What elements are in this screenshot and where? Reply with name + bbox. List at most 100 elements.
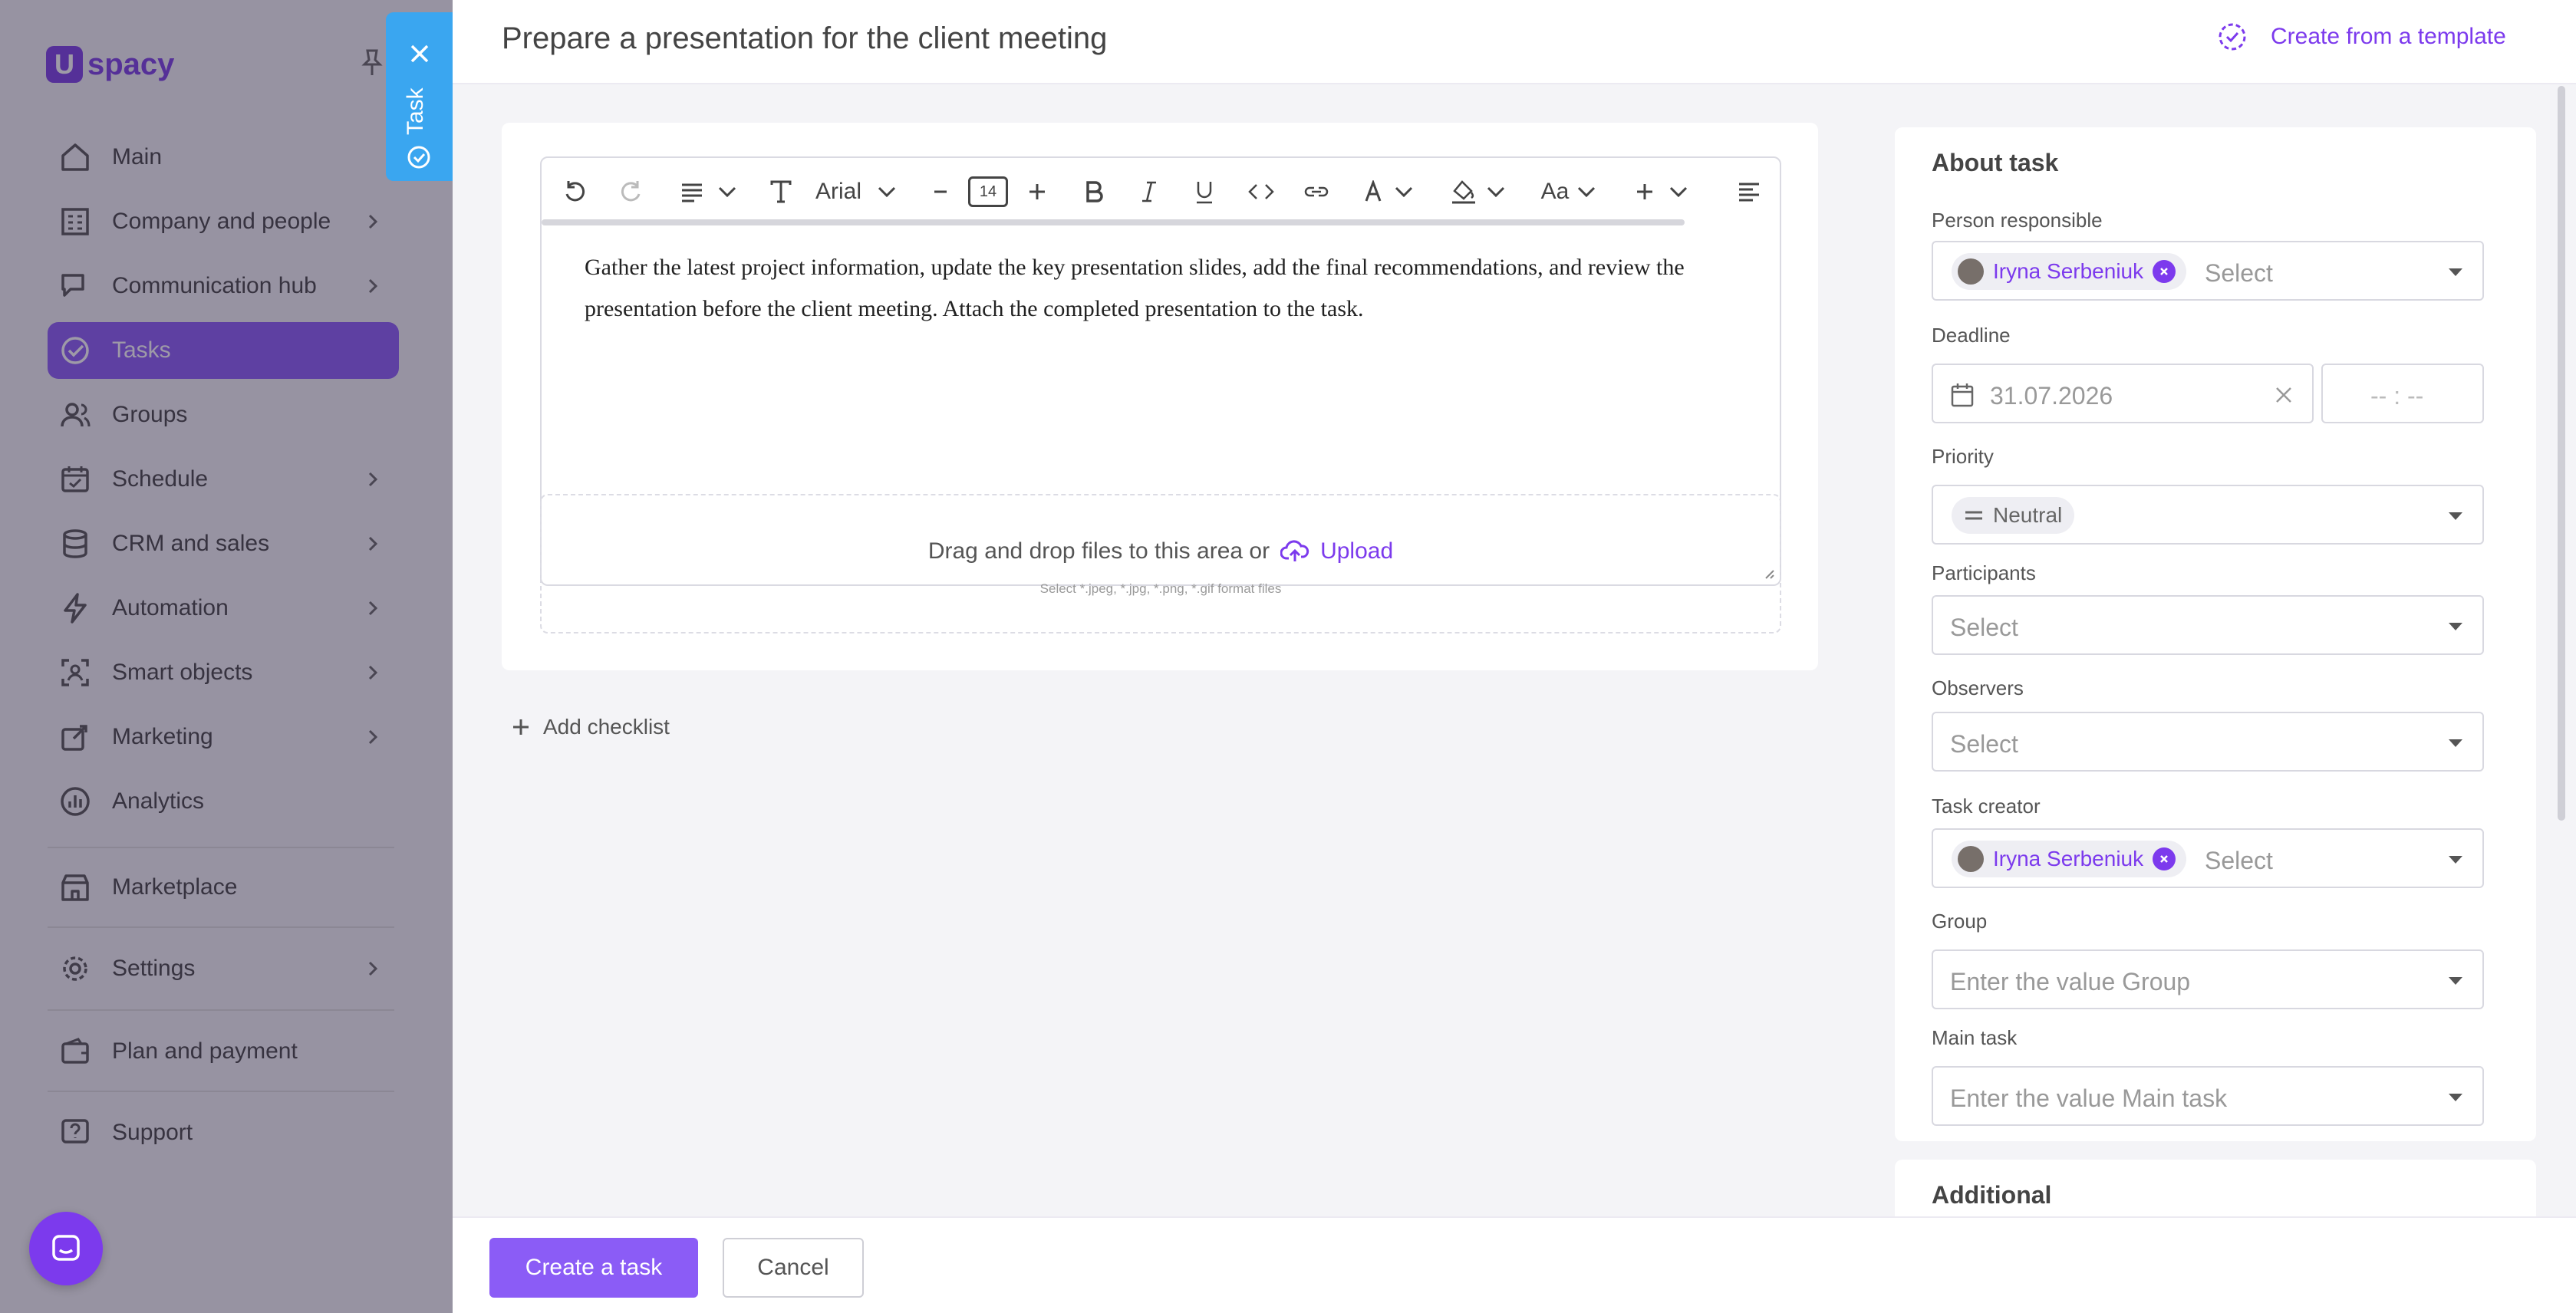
- task-creator-label: Task creator: [1932, 795, 2041, 818]
- add-checklist-label: Add checklist: [543, 715, 670, 739]
- dropdown-arrow-icon: [2447, 854, 2464, 865]
- plus-icon: [511, 717, 531, 737]
- paragraph-align-icon[interactable]: [674, 173, 710, 210]
- select-placeholder: Select: [1950, 614, 2018, 641]
- editor-toolbar: Arial 14 Aa: [542, 158, 1780, 225]
- toolbar-scrollbar[interactable]: [542, 219, 1685, 225]
- template-link-label: Create from a template: [2271, 24, 2506, 49]
- task-title[interactable]: Prepare a presentation for the client me…: [502, 21, 1107, 56]
- group-label: Group: [1932, 910, 1988, 933]
- undo-icon[interactable]: [557, 173, 594, 210]
- task-tab-label: Task: [403, 87, 428, 135]
- priority-label: Priority: [1932, 445, 1994, 468]
- about-task-title: About task: [1932, 149, 2059, 176]
- main-task-placeholder: Enter the value Main task: [1950, 1084, 2228, 1112]
- priority-value: Neutral: [1993, 503, 2063, 527]
- template-icon: [2217, 21, 2248, 52]
- decrease-font-icon[interactable]: [925, 173, 956, 210]
- deadline-date-input[interactable]: 31.07.2026: [1932, 364, 2314, 423]
- calendar-icon: [1950, 382, 1975, 408]
- observers-select[interactable]: Select: [1932, 712, 2484, 772]
- dropdown-arrow-icon: [2447, 267, 2464, 278]
- equals-icon: [1964, 508, 1984, 522]
- font-size-input[interactable]: 14: [968, 176, 1008, 207]
- dropdown-arrow-icon: [2447, 621, 2464, 632]
- panel-footer: Create a task Cancel: [453, 1216, 2576, 1313]
- user-chip: Iryna Serbeniuk: [1952, 253, 2187, 290]
- main-task-label: Main task: [1932, 1026, 2018, 1049]
- chevron-down-icon[interactable]: [1571, 173, 1602, 210]
- chat-launcher-button[interactable]: [29, 1212, 103, 1285]
- font-family-select[interactable]: Arial: [812, 173, 865, 210]
- deadline-time-input[interactable]: -- : --: [2321, 364, 2484, 423]
- remove-chip-icon[interactable]: [2153, 847, 2176, 870]
- deadline-label: Deadline: [1932, 324, 2011, 347]
- remove-chip-icon[interactable]: [2153, 260, 2176, 283]
- person-responsible-label: Person responsible: [1932, 209, 2103, 232]
- highlight-color-icon[interactable]: [1445, 173, 1482, 210]
- participants-select[interactable]: Select: [1932, 595, 2484, 655]
- text-case-select[interactable]: Aa: [1537, 173, 1573, 210]
- chat-icon: [49, 1232, 83, 1265]
- dropzone-hint: Select *.jpeg, *.jpg, *.png, *.gif forma…: [1039, 581, 1282, 596]
- text-type-icon[interactable]: [766, 173, 796, 210]
- underline-icon[interactable]: [1189, 173, 1220, 210]
- group-placeholder: Enter the value Group: [1950, 968, 2191, 995]
- priority-chip: Neutral: [1952, 497, 2075, 534]
- panel-header: Prepare a presentation for the client me…: [453, 0, 2576, 84]
- chevron-down-icon[interactable]: [1388, 173, 1419, 210]
- create-task-button[interactable]: Create a task: [489, 1238, 698, 1298]
- deadline-date-value: 31.07.2026: [1990, 382, 2113, 410]
- description-card: Arial 14 Aa Gather the latest project in…: [502, 123, 1818, 670]
- user-chip-name: Iryna Serbeniuk: [1993, 847, 2144, 870]
- task-icon: [406, 144, 432, 170]
- user-chip: Iryna Serbeniuk: [1952, 841, 2187, 877]
- chevron-down-icon[interactable]: [871, 173, 902, 210]
- task-creator-select[interactable]: Iryna Serbeniuk Select: [1932, 828, 2484, 888]
- chevron-down-icon[interactable]: [712, 173, 743, 210]
- file-dropzone[interactable]: Drag and drop files to this area or Uplo…: [540, 494, 1781, 633]
- link-icon[interactable]: [1298, 173, 1335, 210]
- dropdown-arrow-icon: [2447, 976, 2464, 986]
- dropzone-text: Drag and drop files to this area or: [927, 538, 1270, 564]
- avatar: [1958, 258, 1984, 285]
- dropdown-arrow-icon: [2447, 738, 2464, 749]
- align-left-icon[interactable]: [1734, 173, 1764, 210]
- group-select[interactable]: Enter the value Group: [1932, 949, 2484, 1009]
- increase-font-icon[interactable]: [1022, 173, 1052, 210]
- dropdown-arrow-icon: [2447, 511, 2464, 522]
- participants-label: Participants: [1932, 561, 2036, 584]
- insert-plus-icon[interactable]: [1629, 173, 1660, 210]
- close-icon[interactable]: [406, 40, 433, 67]
- task-panel: Prepare a presentation for the client me…: [453, 0, 2576, 1313]
- clear-date-icon[interactable]: [2274, 385, 2294, 405]
- cancel-button[interactable]: Cancel: [723, 1238, 864, 1298]
- dropdown-arrow-icon: [2447, 1092, 2464, 1103]
- code-icon[interactable]: [1243, 173, 1280, 210]
- about-task-card: About task Person responsible Iryna Serb…: [1895, 127, 2536, 1141]
- observers-label: Observers: [1932, 676, 2024, 699]
- additional-title[interactable]: Additional: [1932, 1181, 2051, 1209]
- upload-cloud-icon: [1280, 538, 1309, 564]
- time-placeholder: -- : --: [2370, 382, 2424, 410]
- select-placeholder: Select: [1950, 730, 2018, 758]
- italic-icon[interactable]: [1134, 173, 1164, 210]
- panel-scrollbar[interactable]: [2558, 86, 2565, 821]
- chevron-down-icon[interactable]: [1663, 173, 1694, 210]
- priority-select[interactable]: Neutral: [1932, 485, 2484, 545]
- description-text[interactable]: Gather the latest project information, u…: [585, 247, 1735, 330]
- chevron-down-icon[interactable]: [1481, 173, 1511, 210]
- add-checklist-button[interactable]: Add checklist: [511, 715, 670, 739]
- font-color-icon[interactable]: [1358, 173, 1388, 210]
- create-from-template-link[interactable]: Create from a template: [2217, 21, 2506, 52]
- user-chip-name: Iryna Serbeniuk: [1993, 259, 2144, 283]
- select-placeholder: Select: [2205, 259, 2273, 287]
- upload-link[interactable]: Upload: [1320, 538, 1393, 564]
- task-side-tab[interactable]: Task: [386, 12, 453, 181]
- modal-backdrop[interactable]: [0, 0, 453, 1313]
- person-responsible-select[interactable]: Iryna Serbeniuk Select: [1932, 241, 2484, 301]
- redo-icon[interactable]: [612, 173, 649, 210]
- bold-icon[interactable]: [1079, 173, 1109, 210]
- main-task-select[interactable]: Enter the value Main task: [1932, 1066, 2484, 1126]
- avatar: [1958, 846, 1984, 872]
